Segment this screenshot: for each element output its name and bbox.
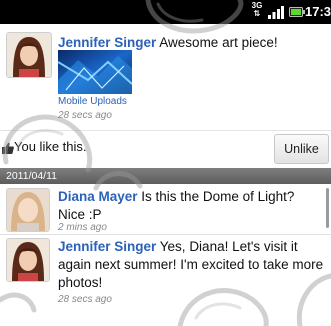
divider <box>0 234 331 235</box>
photo-thumbnail[interactable] <box>58 50 132 94</box>
avatar[interactable] <box>6 188 50 232</box>
comment-author-link[interactable]: Diana Mayer <box>58 189 138 204</box>
scrollbar[interactable] <box>326 188 329 228</box>
art-photo-icon <box>58 50 132 94</box>
clock: 17:39 <box>305 4 331 19</box>
feed-post[interactable]: Jennifer Singer Awesome art piece! Mobil… <box>0 24 331 129</box>
comment-timestamp: 28 secs ago <box>58 294 112 305</box>
date-header: 2011/04/11 <box>0 168 331 184</box>
post-text: Awesome art piece! <box>156 35 278 50</box>
thumbs-up-icon <box>2 142 14 154</box>
like-status-text: You like this. <box>14 139 87 154</box>
like-bar: You like this. Unlike <box>0 130 331 165</box>
comment-timestamp: 2 mins ago <box>58 222 107 233</box>
unlike-button[interactable]: Unlike <box>274 134 329 164</box>
network-3g-icon: 3G ⇅ <box>250 2 264 22</box>
comment-item[interactable]: Diana Mayer Is this the Dome of Light? N… <box>0 184 331 234</box>
comment-message: Diana Mayer Is this the Dome of Light? N… <box>58 188 320 224</box>
post-author-link[interactable]: Jennifer Singer <box>58 35 156 50</box>
data-arrows-icon: ⇅ <box>253 9 261 18</box>
comment-message: Jennifer Singer Yes, Diana! Let's visit … <box>58 238 324 292</box>
comment-item[interactable]: Jennifer Singer Yes, Diana! Let's visit … <box>0 236 331 326</box>
avatar[interactable] <box>6 238 50 282</box>
signal-strength-icon <box>268 6 284 19</box>
comment-author-link[interactable]: Jennifer Singer <box>58 239 156 254</box>
album-link[interactable]: Mobile Uploads <box>58 96 127 107</box>
battery-icon <box>289 7 305 17</box>
avatar[interactable] <box>6 32 52 78</box>
user-photo-icon <box>7 33 51 77</box>
user-photo-icon <box>7 189 49 231</box>
user-photo-icon <box>7 239 49 281</box>
status-bar: 3G ⇅ 17:39 <box>0 0 331 24</box>
post-timestamp: 28 secs ago <box>58 110 112 121</box>
